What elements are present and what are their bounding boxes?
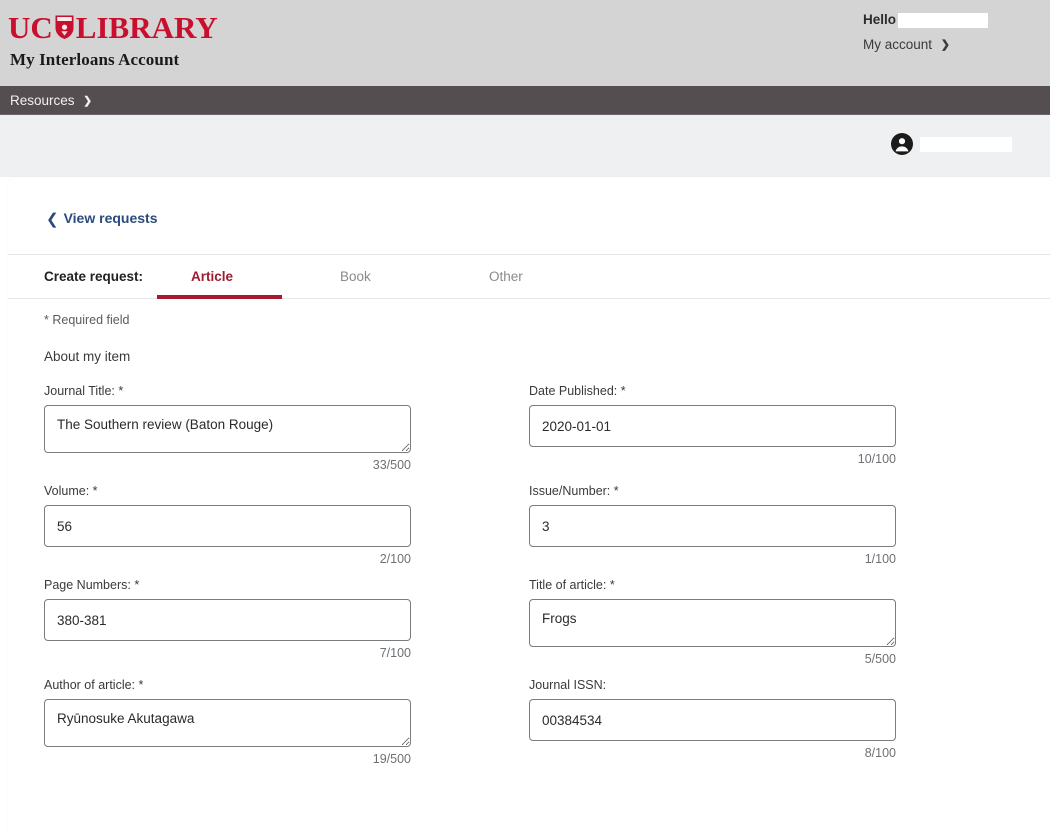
- required-field-note: * Required field: [44, 313, 130, 327]
- label-text: Issue/Number:: [529, 484, 611, 498]
- label-text: Page Numbers:: [44, 578, 131, 592]
- field-journal-issn: Journal ISSN: 8/100: [529, 678, 896, 766]
- user-identity[interactable]: [890, 132, 1012, 156]
- page-numbers-input[interactable]: [44, 599, 411, 641]
- required-star: *: [609, 578, 615, 592]
- tab-article-label: Article: [191, 269, 234, 284]
- person-icon: [890, 132, 914, 156]
- request-form: * Required field About my item Journal T…: [8, 299, 1050, 778]
- field-author-of-article-label: Author of article: *: [44, 678, 411, 692]
- user-strip: [0, 115, 1050, 177]
- required-star: *: [138, 678, 144, 692]
- title-of-article-counter: 5/500: [864, 652, 896, 666]
- required-star: *: [118, 384, 124, 398]
- field-title-of-article: Title of article: * 5/500: [529, 578, 896, 666]
- page-numbers-counter: 7/100: [379, 646, 411, 660]
- create-request-label: Create request:: [44, 269, 144, 284]
- redacted-user-name: [898, 12, 988, 28]
- field-page-numbers-label: Page Numbers: *: [44, 578, 411, 592]
- tab-article[interactable]: Article: [157, 255, 306, 299]
- field-title-of-article-label: Title of article: *: [529, 578, 896, 592]
- tab-book[interactable]: Book: [306, 255, 455, 298]
- label-text: Title of article:: [529, 578, 607, 592]
- chevron-left-icon: ❮: [46, 211, 59, 228]
- journal-title-counter: 33/500: [372, 458, 411, 472]
- chevron-down-icon: ❯: [940, 38, 950, 51]
- page-title: My Interloans Account: [10, 50, 180, 69]
- greeting: Hello: [863, 12, 988, 28]
- date-published-counter: 10/100: [857, 452, 896, 466]
- greeting-label: Hello: [862, 12, 896, 27]
- date-published-input[interactable]: [529, 405, 896, 447]
- field-issue-number-label: Issue/Number: *: [529, 484, 896, 498]
- field-author-of-article: Author of article: * 19/500: [44, 678, 411, 766]
- tab-other[interactable]: Other: [455, 255, 604, 298]
- volume-counter: 2/100: [379, 552, 411, 566]
- redacted-user-name-strip: [920, 136, 1012, 152]
- journal-issn-counter: 8/100: [864, 746, 896, 760]
- view-requests-label: View requests: [63, 210, 158, 226]
- main-navbar: Resources ❯: [0, 86, 1050, 115]
- create-request-tabs: Create request: Article Book Other: [8, 254, 1050, 299]
- field-journal-title-label: Journal Title: *: [44, 384, 411, 398]
- label-text: Volume:: [44, 484, 90, 498]
- nav-item-resources-label: Resources: [10, 92, 75, 108]
- nav-item-resources[interactable]: Resources ❯: [10, 93, 92, 108]
- field-journal-title: Journal Title: * 33/500: [44, 384, 411, 472]
- back-link-row: ❮ View requests: [8, 177, 1050, 228]
- volume-input[interactable]: [44, 505, 411, 547]
- field-volume: Volume: * 2/100: [44, 484, 411, 566]
- required-star: *: [92, 484, 98, 498]
- label-text: Author of article:: [44, 678, 136, 692]
- field-issue-number: Issue/Number: * 1/100: [529, 484, 896, 566]
- shield-crest-icon: [54, 14, 75, 40]
- brand-header: UC LIBRARY My Interloans Account Hello M…: [0, 0, 1050, 86]
- field-volume-label: Volume: *: [44, 484, 411, 498]
- label-text: Journal ISSN:: [529, 678, 607, 692]
- issue-number-counter: 1/100: [864, 552, 896, 566]
- label-text: Date Published:: [529, 384, 618, 398]
- account-block: Hello My account ❯: [863, 12, 988, 52]
- form-grid: Journal Title: * 33/500 Date Published: …: [44, 384, 1050, 778]
- main-card: ❮ View requests Create request: Article B…: [8, 177, 1050, 833]
- tab-book-label: Book: [340, 269, 371, 284]
- journal-title-input[interactable]: [44, 405, 411, 453]
- required-star: *: [620, 384, 626, 398]
- tab-other-label: Other: [489, 269, 523, 284]
- section-title-about-my-item: About my item: [44, 349, 131, 364]
- logo-uc-text: UC: [8, 9, 53, 45]
- required-star: *: [134, 578, 140, 592]
- author-of-article-input[interactable]: [44, 699, 411, 747]
- logo-library-text: LIBRARY: [75, 9, 218, 45]
- journal-issn-input[interactable]: [529, 699, 896, 741]
- label-text: Journal Title:: [44, 384, 115, 398]
- field-date-published: Date Published: * 10/100: [529, 384, 896, 472]
- chevron-down-icon: ❯: [83, 94, 93, 107]
- required-star: *: [613, 484, 619, 498]
- issue-number-input[interactable]: [529, 505, 896, 547]
- my-account-label: My account: [862, 36, 933, 52]
- view-requests-link[interactable]: ❮ View requests: [46, 210, 158, 228]
- my-account-menu[interactable]: My account ❯: [863, 37, 988, 52]
- field-journal-issn-label: Journal ISSN:: [529, 678, 896, 692]
- field-page-numbers: Page Numbers: * 7/100: [44, 578, 411, 666]
- title-of-article-input[interactable]: [529, 599, 896, 647]
- author-of-article-counter: 19/500: [372, 752, 411, 766]
- field-date-published-label: Date Published: *: [529, 384, 896, 398]
